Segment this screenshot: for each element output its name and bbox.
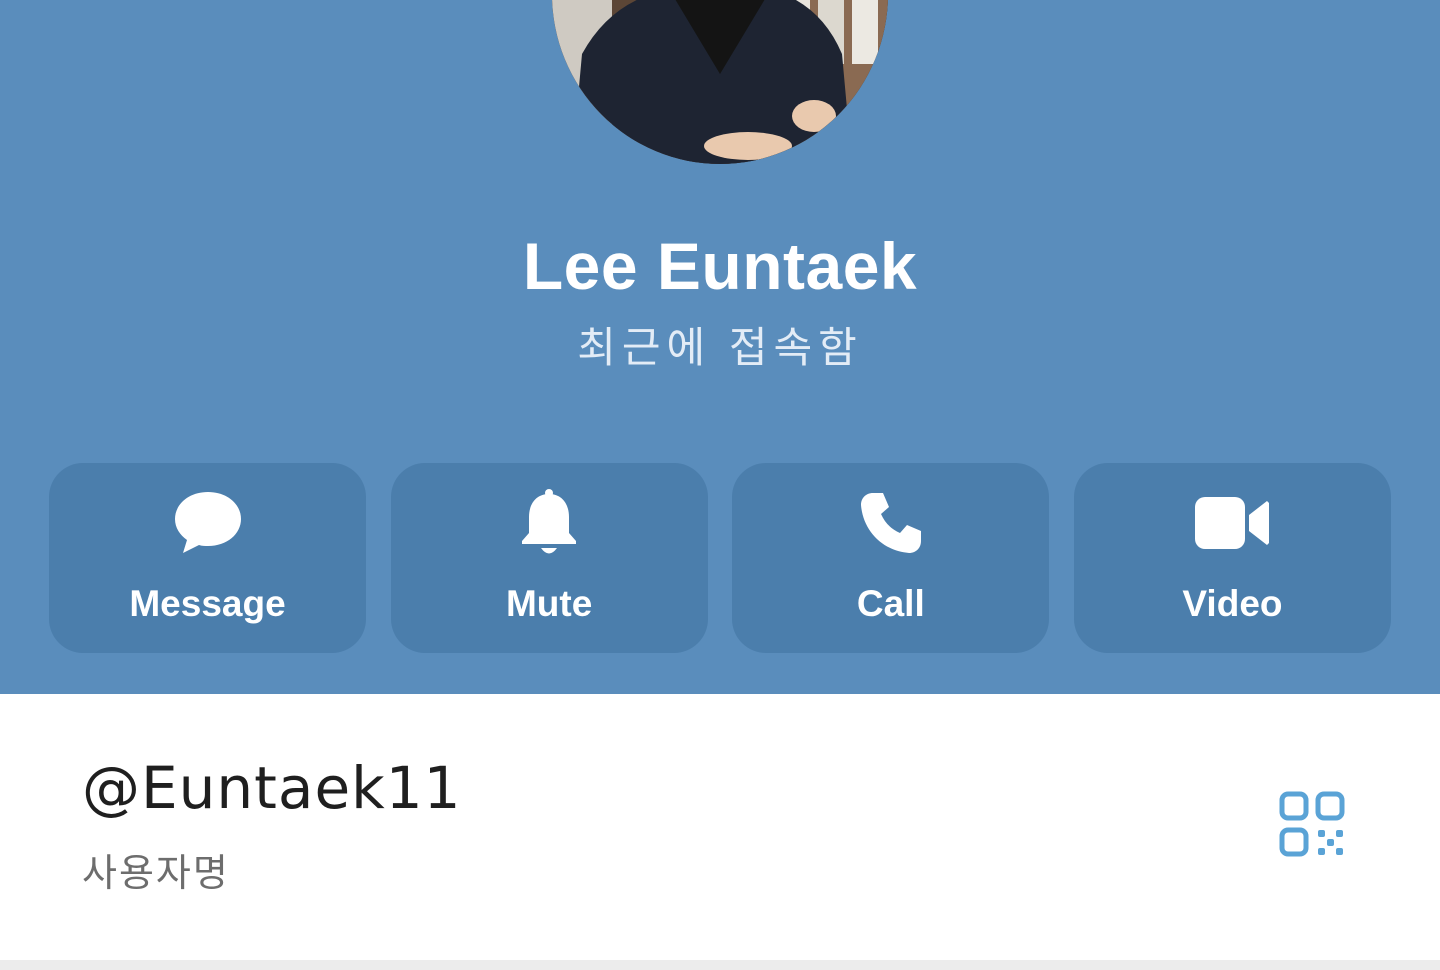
action-buttons-row: Message Mute Call Video <box>49 463 1391 653</box>
call-button-label: Call <box>856 583 925 624</box>
profile-header: Lee Euntaek 최근에 접속함 Message Mute Call Vi… <box>0 0 1440 694</box>
profile-name: Lee Euntaek <box>522 229 918 303</box>
last-seen-status: 최근에 접속함 <box>577 324 863 371</box>
message-button-label: Message <box>129 583 286 624</box>
video-camera-icon <box>1195 497 1270 549</box>
call-button[interactable]: Call <box>732 463 1050 653</box>
qr-code-icon <box>1279 791 1345 857</box>
avatar[interactable] <box>552 0 888 164</box>
avatar-photo <box>552 0 888 164</box>
video-button[interactable]: Video <box>1073 463 1391 653</box>
username-caption: 사용자명 <box>82 853 230 895</box>
video-button-label: Video <box>1182 583 1283 624</box>
message-bubble-icon <box>174 492 241 553</box>
username-value[interactable]: @Euntaek11 <box>82 754 462 822</box>
section-divider <box>0 960 1440 970</box>
bell-icon <box>522 489 577 554</box>
mute-button[interactable]: Mute <box>390 463 708 653</box>
qr-code-button[interactable] <box>1278 790 1350 862</box>
mute-button-label: Mute <box>505 583 593 624</box>
phone-icon <box>860 493 921 553</box>
message-button[interactable]: Message <box>49 463 366 653</box>
username-info-card: @Euntaek11 사용자명 <box>0 694 1440 960</box>
